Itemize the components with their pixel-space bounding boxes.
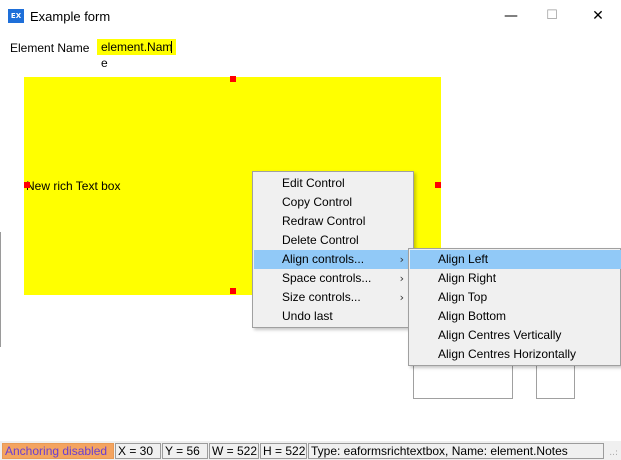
menu-item-align-right[interactable]: Align Right: [410, 269, 621, 288]
status-y: Y = 56: [162, 443, 208, 459]
status-x: X = 30: [115, 443, 161, 459]
anchoring-status[interactable]: Anchoring disabled: [2, 443, 114, 459]
rich-text-box-label: New rich Text box: [26, 179, 121, 193]
menu-item-align-left[interactable]: Align Left: [410, 250, 621, 269]
form-control-box-small[interactable]: [536, 364, 575, 399]
resize-handle-left[interactable]: [24, 182, 30, 188]
menu-item-align-bottom[interactable]: Align Bottom: [410, 307, 621, 326]
chevron-right-icon: ›: [399, 272, 404, 285]
window-title: Example form: [30, 9, 111, 24]
menu-item-redraw-control[interactable]: Redraw Control: [254, 212, 412, 231]
form-control-box[interactable]: [413, 364, 513, 399]
chevron-right-icon: ›: [399, 253, 404, 266]
menu-item-copy-control[interactable]: Copy Control: [254, 193, 412, 212]
close-button[interactable]: ✕: [575, 0, 621, 32]
menu-item-label: Align Right: [438, 271, 497, 285]
menu-item-label: Align controls...: [282, 252, 365, 266]
menu-item-label: Copy Control: [282, 195, 353, 209]
app-icon: EX: [8, 9, 24, 23]
resize-handle-top[interactable]: [230, 76, 236, 82]
status-info: Type: eaformsrichtextbox, Name: element.…: [308, 443, 604, 459]
menu-item-size-controls[interactable]: Size controls... ›: [254, 288, 412, 307]
menu-item-edit-control[interactable]: Edit Control: [254, 174, 412, 193]
menu-item-label: Edit Control: [282, 176, 345, 190]
align-submenu: Align Left Align Right Align Top Align B…: [408, 248, 621, 366]
menu-item-align-centres-horizontally[interactable]: Align Centres Horizontally: [410, 345, 621, 364]
maximize-button[interactable]: ☐: [529, 0, 575, 32]
element-name-text-end: e: [101, 56, 108, 70]
status-bar: Anchoring disabled X = 30 Y = 56 W = 522…: [0, 441, 621, 460]
menu-item-delete-control[interactable]: Delete Control: [254, 231, 412, 250]
left-edge-line: [0, 232, 1, 347]
resize-grip-icon[interactable]: ..:: [609, 448, 618, 458]
context-menu: Edit Control Copy Control Redraw Control…: [252, 171, 414, 328]
status-width: W = 522: [209, 443, 259, 459]
menu-item-label: Align Centres Vertically: [438, 328, 562, 342]
menu-item-align-centres-vertically[interactable]: Align Centres Vertically: [410, 326, 621, 345]
menu-item-label: Align Bottom: [438, 309, 507, 323]
element-name-input[interactable]: element.Nam e: [97, 39, 176, 70]
menu-item-label: Redraw Control: [282, 214, 366, 228]
menu-item-label: Space controls...: [282, 271, 372, 285]
menu-item-label: Align Left: [438, 252, 489, 266]
resize-handle-right[interactable]: [435, 182, 441, 188]
menu-item-label: Undo last: [282, 309, 333, 323]
title-bar: EX Example form — ☐ ✕: [0, 0, 621, 32]
element-name-label: Element Name: [10, 41, 90, 55]
minimize-button[interactable]: —: [488, 0, 534, 32]
menu-item-label: Align Top: [438, 290, 488, 304]
menu-item-undo-last[interactable]: Undo last: [254, 307, 412, 326]
menu-item-label: Delete Control: [282, 233, 359, 247]
menu-item-align-controls[interactable]: Align controls... ›: [254, 250, 412, 269]
resize-handle-bottom[interactable]: [230, 288, 236, 294]
menu-item-label: Size controls...: [282, 290, 361, 304]
element-name-text: element.Nam: [101, 40, 173, 54]
text-caret: [171, 41, 173, 53]
menu-item-space-controls[interactable]: Space controls... ›: [254, 269, 412, 288]
menu-item-align-top[interactable]: Align Top: [410, 288, 621, 307]
chevron-right-icon: ›: [399, 291, 404, 304]
menu-item-label: Align Centres Horizontally: [438, 347, 577, 361]
status-height: H = 522: [260, 443, 307, 459]
